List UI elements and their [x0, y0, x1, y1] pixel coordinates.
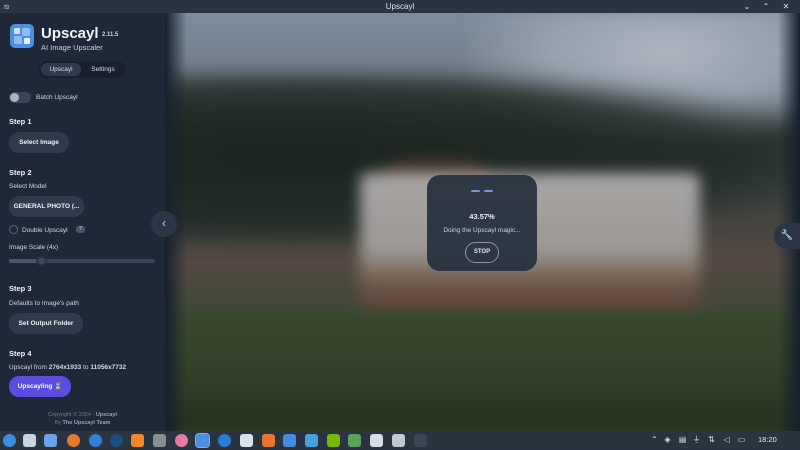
office-icon[interactable]	[262, 434, 275, 447]
tray-clipboard-icon[interactable]: ▤	[678, 435, 687, 445]
copyright-text: Copyright © 2024 -	[48, 412, 96, 418]
maximize-icon[interactable]: ⌃	[758, 0, 774, 13]
brand-subtitle: AI Image Upscaler	[41, 43, 103, 52]
gimp-icon[interactable]	[153, 434, 166, 447]
mail-icon[interactable]	[305, 434, 318, 447]
app-pink-icon[interactable]	[175, 434, 188, 447]
batch-upscayl-toggle[interactable]	[9, 92, 31, 103]
copyright-brand: Upscayl	[95, 412, 117, 418]
collapse-sidebar-icon[interactable]: ‹	[151, 211, 177, 237]
step3-title: Step 3	[9, 284, 32, 293]
taskbar-clock[interactable]: 18:20	[758, 435, 777, 444]
size-from-value: 2764x1933	[48, 364, 82, 371]
window-title: Upscayl	[385, 2, 415, 11]
help-icon[interactable]: ?	[76, 226, 85, 233]
size-to-value: 11056x7732	[90, 364, 127, 371]
tray-volume-icon[interactable]: ◁	[722, 435, 731, 445]
tray-usb-icon[interactable]: ⏚	[692, 435, 701, 445]
image-viewer-icon[interactable]	[348, 434, 361, 447]
nvidia-icon[interactable]	[327, 434, 340, 447]
credits-team[interactable]: The Upscayl Team	[63, 420, 111, 426]
step1-title: Step 1	[9, 117, 32, 126]
loading-indicator-icon	[471, 190, 493, 192]
tray-network-icon[interactable]: ⇅	[707, 435, 716, 445]
system-settings-icon[interactable]	[392, 434, 405, 447]
double-upscayl-checkbox[interactable]	[9, 225, 18, 234]
output-path-description: Defaults to Image's path	[9, 300, 79, 307]
brand-name: Upscayl	[41, 25, 99, 42]
file-manager-icon[interactable]	[44, 434, 57, 447]
progress-message: Doing the Upscayl magic...	[443, 227, 521, 234]
set-output-folder-button[interactable]: Set Output Folder	[9, 313, 83, 334]
tray-display-icon[interactable]: ▭	[737, 435, 746, 445]
footer-copyright: Copyright © 2024 - Upscayl	[0, 412, 165, 418]
vlc-icon[interactable]	[131, 434, 144, 447]
steam-icon[interactable]	[110, 434, 123, 447]
stop-button[interactable]: STOP	[465, 242, 499, 263]
batch-upscayl-label: Batch Upscayl	[36, 94, 78, 101]
tab-settings[interactable]: Settings	[83, 63, 123, 76]
slider-thumb[interactable]	[36, 256, 47, 266]
tray-shield-icon[interactable]: ◈	[663, 435, 672, 445]
footer-credits: By The Upscayl Team	[0, 420, 165, 426]
firefox-icon[interactable]	[67, 434, 80, 447]
minimize-icon[interactable]: ⌄	[739, 0, 755, 13]
monitor-icon[interactable]	[23, 434, 36, 447]
step4-title: Step 4	[9, 349, 32, 358]
browser-icon[interactable]	[89, 434, 102, 447]
sidebar: Upscayl 2.11.5 AI Image Upscaler Upscayl…	[0, 13, 165, 431]
upscayl-logo-icon	[10, 24, 34, 48]
upscale-size-info: Upscayl from 2764x1933 to 11056x7732	[9, 364, 126, 371]
image-scale-slider[interactable]	[9, 256, 155, 266]
double-upscayl-label: Double Upscayl	[22, 227, 68, 234]
tab-upscayl[interactable]: Upscayl	[41, 63, 81, 76]
start-menu-icon[interactable]	[3, 434, 16, 447]
upscayl-button[interactable]: Upscayling ⌛	[9, 376, 71, 397]
toggle-knob	[10, 93, 19, 102]
step2-title: Step 2	[9, 168, 32, 177]
progress-dialog: 43.57% Doing the Upscayl magic... STOP	[427, 175, 537, 271]
document-viewer-icon[interactable]	[240, 434, 253, 447]
taskbar: ⌃ ◈ ▤ ⏚ ⇅ ◁ ▭ 18:20	[0, 431, 800, 450]
size-to-word: to	[81, 364, 91, 371]
terminal-icon[interactable]	[414, 434, 427, 447]
image-scale-label: Image Scale (4x)	[9, 244, 59, 251]
preview-edge-right	[778, 13, 800, 431]
select-model-label: Select Model	[9, 183, 47, 190]
select-image-button[interactable]: Select Image	[9, 132, 69, 153]
calculator-icon[interactable]	[370, 434, 383, 447]
model-select[interactable]: GENERAL PHOTO (...	[9, 196, 84, 217]
progress-percent: 43.57%	[469, 212, 495, 221]
credits-by: By	[54, 420, 63, 426]
network-app-icon[interactable]	[218, 434, 231, 447]
close-icon[interactable]: ✕	[778, 0, 794, 13]
wrench-icon[interactable]: 🔧	[774, 223, 800, 249]
tray-arrow-icon[interactable]: ⌃	[650, 435, 659, 445]
upscayl-taskbar-icon[interactable]	[195, 433, 210, 448]
size-from-prefix: Upscayl from	[9, 364, 49, 371]
writer-icon[interactable]	[283, 434, 296, 447]
version-label: 2.11.5	[102, 32, 119, 38]
mode-tabs: Upscayl Settings	[39, 61, 125, 78]
window-titlebar: ⧅ Upscayl ⌄ ⌃ ✕	[0, 0, 800, 13]
